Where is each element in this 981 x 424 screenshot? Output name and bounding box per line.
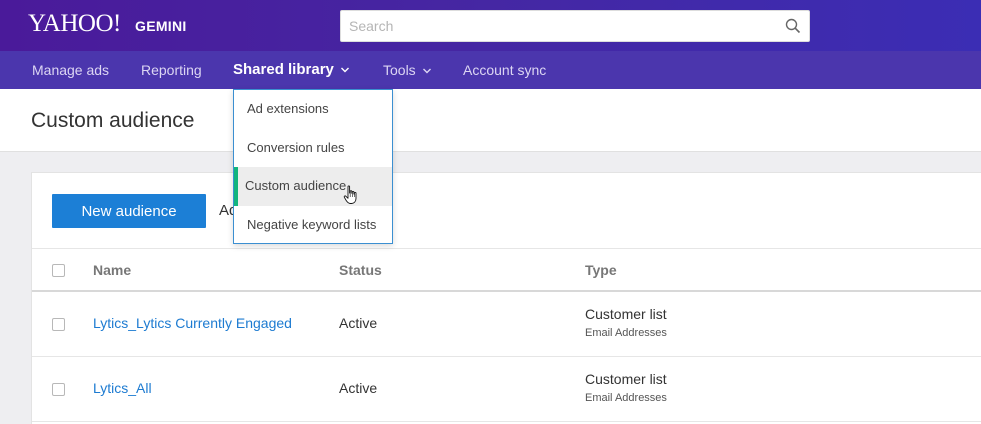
audience-status: Active (339, 315, 378, 331)
column-header-name[interactable]: Name (93, 262, 131, 278)
row-checkbox[interactable] (52, 318, 65, 331)
new-audience-button[interactable]: New audience (52, 194, 206, 228)
search-icon[interactable] (785, 18, 801, 34)
audience-name-link[interactable]: Lytics_All (93, 380, 152, 396)
dropdown-item-conversion-rules[interactable]: Conversion rules (234, 129, 392, 168)
nav-shared-library[interactable]: Shared library (233, 61, 350, 78)
audience-status: Active (339, 380, 378, 396)
nav-account-sync[interactable]: Account sync (463, 62, 546, 78)
audience-type: Customer list (585, 306, 667, 322)
page-title: Custom audience (31, 109, 195, 132)
search-box[interactable] (340, 10, 810, 42)
audience-card: New audience Ad Name Status Type Lytics_… (31, 172, 981, 424)
nav-manage-ads[interactable]: Manage ads (32, 62, 109, 78)
nav-tools[interactable]: Tools (383, 62, 432, 78)
shared-library-dropdown: Ad extensions Conversion rules Custom au… (233, 89, 393, 244)
chevron-down-icon (340, 67, 349, 73)
nav-reporting[interactable]: Reporting (141, 62, 202, 78)
column-header-type[interactable]: Type (585, 262, 617, 278)
search-input[interactable] (341, 11, 781, 41)
dropdown-item-custom-audience[interactable]: Custom audience (234, 167, 392, 206)
dropdown-item-negative-keyword-lists[interactable]: Negative keyword lists (234, 206, 392, 245)
table-header: Name Status Type (32, 248, 981, 292)
row-checkbox[interactable] (52, 383, 65, 396)
chevron-down-icon (422, 68, 431, 74)
page-header: Custom audience (0, 89, 981, 152)
top-header: YAHOO! GEMINI (0, 0, 981, 51)
audience-subtype: Email Addresses (585, 327, 667, 339)
yahoo-logo[interactable]: YAHOO! (28, 10, 121, 38)
table-row: Lytics_All Active Customer list Email Ad… (32, 357, 981, 422)
gemini-product-label: GEMINI (135, 18, 187, 34)
dropdown-item-ad-extensions[interactable]: Ad extensions (234, 90, 392, 129)
audience-type: Customer list (585, 371, 667, 387)
table-row: Lytics_Lytics Currently Engaged Active C… (32, 292, 981, 357)
select-all-checkbox[interactable] (52, 264, 65, 277)
audience-name-link[interactable]: Lytics_Lytics Currently Engaged (93, 315, 292, 331)
nav-tools-label: Tools (383, 62, 416, 78)
column-header-status[interactable]: Status (339, 262, 382, 278)
main-nav: Manage ads Reporting Shared library Tool… (0, 51, 981, 89)
audience-subtype: Email Addresses (585, 392, 667, 404)
nav-shared-library-label: Shared library (233, 61, 334, 78)
